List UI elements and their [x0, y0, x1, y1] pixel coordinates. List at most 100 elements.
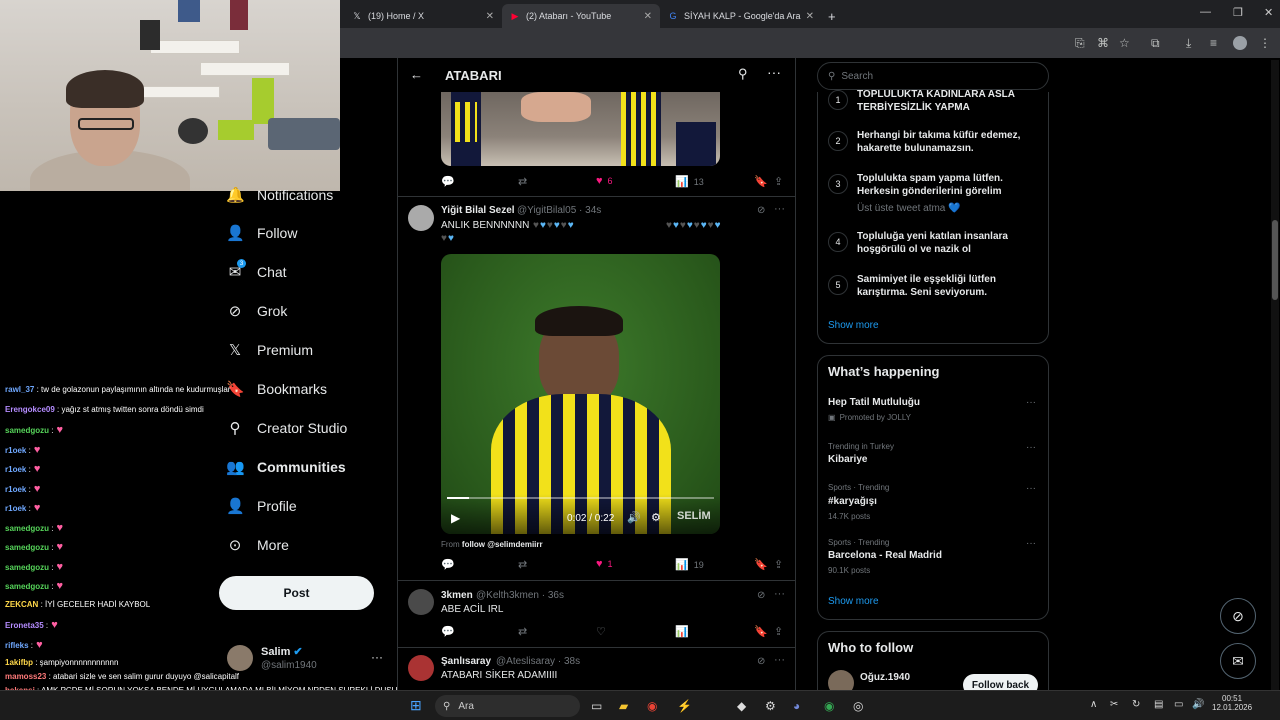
tweet-author-name[interactable]: 3kmen — [441, 590, 473, 601]
show-more-link[interactable]: Show more — [828, 320, 879, 331]
nav-item-chat[interactable]: ✉ Chat — [226, 263, 287, 281]
post-button[interactable]: Post — [219, 576, 374, 610]
minimize-icon[interactable]: — — [1200, 6, 1211, 18]
volume-icon[interactable]: 🔊 — [1192, 699, 1204, 710]
trend-more-icon[interactable]: ··· — [1026, 442, 1036, 453]
download-icon[interactable]: ⤓ — [1186, 36, 1191, 51]
nav-item-premium[interactable]: 𝕏 Premium — [226, 341, 313, 359]
browser-tab[interactable]: G SİYAH KALP - Google'da Ara ✕ — [660, 4, 822, 28]
file-explorer-icon[interactable]: ▰ — [619, 699, 628, 713]
volume-icon[interactable]: 🔊 — [627, 511, 641, 524]
browser-tab[interactable]: ▶ (2) Atabarı - YouTube ✕ — [502, 4, 660, 28]
obs-icon[interactable]: ◎ — [853, 699, 863, 713]
reply-button[interactable]: 💬 — [441, 175, 460, 188]
nav-item-creator-studio[interactable]: ⚲ Creator Studio — [226, 419, 348, 437]
browser-tab[interactable]: 𝕏 (19) Home / X ✕ — [344, 4, 502, 28]
nav-item-profile[interactable]: 👤 Profile — [226, 497, 297, 515]
tweet-more-icon[interactable]: ··· — [774, 203, 785, 215]
reply-button[interactable]: 💬 — [441, 625, 460, 638]
retweet-button[interactable]: ⇄ — [518, 558, 532, 571]
search-icon[interactable]: ⚲ — [738, 66, 748, 82]
trend-title[interactable]: Barcelona - Real Madrid — [828, 550, 942, 561]
star-icon[interactable]: ☆ — [1119, 36, 1130, 50]
tray-icon[interactable]: ✂ — [1110, 699, 1118, 710]
playlist-icon[interactable]: ≡ — [1210, 36, 1217, 50]
avatar[interactable] — [408, 205, 434, 231]
menu-icon[interactable]: ⋮ — [1259, 36, 1271, 50]
video-progress[interactable] — [447, 497, 469, 499]
network-icon[interactable]: ▭ — [1174, 699, 1183, 710]
trend-title[interactable]: Hep Tatil Mutluluğu — [828, 397, 920, 408]
grok-icon[interactable]: ⊘ — [757, 205, 765, 216]
app-icon[interactable]: ◆ — [737, 699, 746, 713]
nav-item-follow[interactable]: 👤 Follow — [226, 224, 297, 242]
like-button[interactable]: ♥ 1 — [596, 558, 613, 570]
views-button[interactable]: 📊 — [675, 625, 694, 638]
new-tab-button[interactable]: + — [820, 4, 844, 28]
tweet-author-handle[interactable]: @Ateslisaray · 38s — [496, 656, 580, 667]
tweet-video[interactable]: ▶ 0:02 / 0:22 🔊 ⚙ SELİM — [441, 254, 720, 534]
translate-icon[interactable]: ⌘ — [1097, 36, 1109, 50]
close-tab-icon[interactable]: ✕ — [644, 11, 652, 22]
task-view-icon[interactable]: ▭ — [591, 699, 602, 713]
tray-chevron-icon[interactable]: ∧ — [1090, 699, 1097, 710]
tray-icon[interactable]: ↻ — [1132, 699, 1140, 710]
like-button[interactable]: ♥ 6 — [596, 175, 613, 187]
search-input[interactable]: ⚲ Search — [817, 62, 1049, 90]
scrollbar-thumb[interactable] — [1272, 220, 1278, 300]
back-arrow-icon[interactable]: ← — [410, 67, 423, 82]
tweet-more-icon[interactable]: ··· — [774, 588, 785, 600]
reply-button[interactable]: 💬 — [441, 558, 460, 571]
play-icon[interactable]: ▶ — [451, 511, 460, 525]
suggestion-name[interactable]: Oğuz.1940 — [860, 672, 910, 683]
avatar[interactable] — [227, 645, 253, 671]
settings-icon[interactable]: ⚙ — [651, 511, 661, 524]
views-button[interactable]: 📊 19 — [675, 558, 704, 571]
nav-item-more[interactable]: ⊙ More — [226, 536, 289, 554]
tray-icon[interactable]: ▤ — [1154, 699, 1163, 710]
chrome-active-icon[interactable]: ◉ — [824, 699, 834, 713]
trend-more-icon[interactable]: ··· — [1026, 483, 1036, 494]
nav-item-bookmarks[interactable]: 🔖 Bookmarks — [226, 380, 327, 398]
profile-avatar-icon[interactable] — [1233, 36, 1247, 50]
clock[interactable]: 00:51 12.01.2026 — [1212, 694, 1252, 712]
nav-item-communities[interactable]: 👥 Communities — [226, 458, 346, 476]
app-icon[interactable]: ⚡ — [677, 699, 692, 713]
close-window-icon[interactable]: ✕ — [1264, 6, 1273, 19]
grok-floating-button[interactable]: ⊘ — [1220, 598, 1256, 634]
nav-item-grok[interactable]: ⊘ Grok — [226, 302, 288, 320]
avatar[interactable] — [408, 655, 434, 681]
taskbar-search[interactable]: ⚲ Ara — [435, 695, 580, 717]
trend-more-icon[interactable]: ··· — [1026, 538, 1036, 549]
tweet-author-name[interactable]: Şanlısaray — [441, 656, 491, 667]
grok-icon[interactable]: ⊘ — [757, 590, 765, 601]
page-scrollbar[interactable] — [1271, 60, 1279, 690]
bookmark-button[interactable]: 🔖 — [754, 625, 773, 638]
from-link[interactable]: follow @selimdemiirr — [462, 540, 543, 549]
extensions-icon[interactable]: ⧉ — [1151, 36, 1160, 51]
tweet-media-image[interactable] — [441, 92, 720, 166]
views-button[interactable]: 📊 13 — [675, 175, 704, 188]
avatar[interactable] — [408, 589, 434, 615]
more-options-icon[interactable]: ··· — [767, 64, 781, 80]
nav-item-notifications[interactable]: 🔔 Notifications — [226, 186, 333, 204]
windows-start-icon[interactable]: ⊞ — [410, 697, 422, 714]
steam-icon[interactable]: ⚙ — [765, 699, 776, 713]
chrome-icon[interactable]: ◉ — [647, 699, 657, 713]
messages-floating-button[interactable]: ✉ — [1220, 643, 1256, 679]
cast-icon[interactable]: ⎘ — [1075, 36, 1085, 51]
close-tab-icon[interactable]: ✕ — [486, 11, 494, 22]
close-tab-icon[interactable]: ✕ — [806, 11, 814, 22]
trend-title[interactable]: Kibariye — [828, 454, 867, 465]
account-menu-icon[interactable]: ··· — [371, 650, 383, 664]
bookmark-button[interactable]: 🔖 — [754, 175, 773, 188]
trend-title[interactable]: #karyağışı — [828, 496, 877, 507]
share-button[interactable]: ⇪ — [774, 558, 788, 571]
grok-icon[interactable]: ⊘ — [757, 656, 765, 667]
retweet-button[interactable]: ⇄ — [518, 625, 532, 638]
tweet-more-icon[interactable]: ··· — [774, 654, 785, 666]
share-button[interactable]: ⇪ — [774, 625, 788, 638]
user-name[interactable]: Salim ✔ — [261, 645, 303, 658]
retweet-button[interactable]: ⇄ — [518, 175, 532, 188]
show-more-link[interactable]: Show more — [828, 596, 879, 607]
